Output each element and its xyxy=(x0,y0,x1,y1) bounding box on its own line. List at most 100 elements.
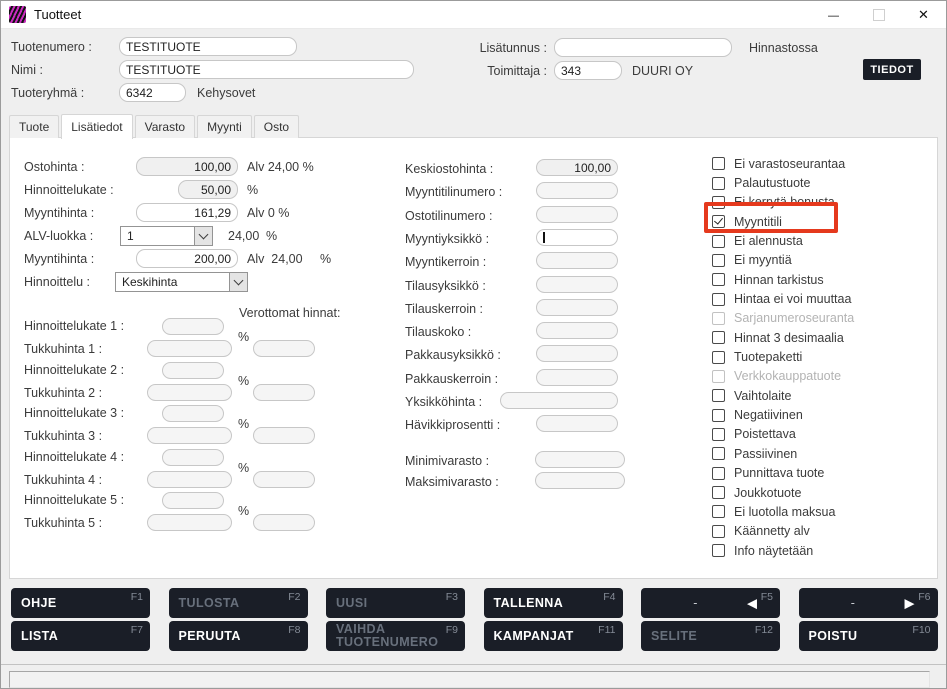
tilauskerroin-input[interactable] xyxy=(536,299,618,316)
checkbox-icon[interactable] xyxy=(712,544,725,557)
ostohinta-input[interactable]: 100,00 xyxy=(136,157,238,176)
flag-vaihtolaite[interactable]: Vaihtolaite xyxy=(712,386,937,405)
hinnoittelu-dropdown-button[interactable] xyxy=(229,273,247,291)
tab-varasto[interactable]: Varasto xyxy=(135,115,195,138)
ostotilinumero-input[interactable] xyxy=(536,206,618,223)
flag-poistettava[interactable]: Poistettava xyxy=(712,425,937,444)
tier-tukku-input[interactable] xyxy=(147,514,232,531)
tab-lisatiedot[interactable]: Lisätiedot xyxy=(61,114,132,139)
myyntikerroin-input[interactable] xyxy=(536,252,618,269)
flag-ei-luotolla-maksua[interactable]: Ei luotolla maksua xyxy=(712,502,937,521)
flag-ei-alennusta[interactable]: Ei alennusta xyxy=(712,231,937,250)
pakkauskerroin-input[interactable] xyxy=(536,369,618,386)
hinnoittelukate-input[interactable]: 50,00 xyxy=(178,180,238,199)
lisatunnus-input[interactable] xyxy=(554,38,732,57)
checkbox-icon[interactable] xyxy=(712,331,725,344)
myyntihinta-verollinen-suffix: Alv 24,00 xyxy=(247,252,303,266)
lista-button[interactable]: LISTAF7 xyxy=(11,621,150,651)
checkbox-icon[interactable] xyxy=(712,486,725,499)
tier-veroton-input[interactable] xyxy=(253,427,315,444)
tilausyksikko-input[interactable] xyxy=(536,276,618,293)
flag-hintaa-ei-voi-muuttaa[interactable]: Hintaa ei voi muuttaa xyxy=(712,289,937,308)
flag-passiivinen[interactable]: Passiivinen xyxy=(712,444,937,463)
myyntitilinumero-input[interactable] xyxy=(536,182,618,199)
tallenna-button[interactable]: TALLENNAF4 xyxy=(484,588,623,618)
flag-joukkotuote[interactable]: Joukkotuote xyxy=(712,483,937,502)
checkbox-icon[interactable] xyxy=(712,467,725,480)
minimivarasto-input[interactable] xyxy=(535,451,625,468)
flag-punnittava-tuote[interactable]: Punnittava tuote xyxy=(712,464,937,483)
vaihda-tuotenumero-button[interactable]: VAIHDA TUOTENUMEROF9 xyxy=(326,621,465,651)
tier-veroton-input[interactable] xyxy=(253,514,315,531)
myyntiyksikko-input[interactable] xyxy=(536,229,618,246)
tier-veroton-input[interactable] xyxy=(253,471,315,488)
tier-kate-input[interactable] xyxy=(162,318,224,335)
flag-negatiivinen[interactable]: Negatiivinen xyxy=(712,405,937,424)
havikkiprosentti-input[interactable] xyxy=(536,415,618,432)
tier-tukku-input[interactable] xyxy=(147,384,232,401)
minimize-button[interactable] xyxy=(811,1,856,28)
yksikkohinta-input[interactable] xyxy=(500,392,618,409)
flag-ei-myyntia[interactable]: Ei myyntiä xyxy=(712,251,937,270)
close-button[interactable] xyxy=(901,1,946,28)
tab-osto[interactable]: Osto xyxy=(254,115,299,138)
tab-myynti[interactable]: Myynti xyxy=(197,115,252,138)
tier-kate-input[interactable] xyxy=(162,405,224,422)
checkbox-icon[interactable] xyxy=(712,447,725,460)
maximize-button[interactable] xyxy=(856,1,901,28)
ohje-button[interactable]: OHJEF1 xyxy=(11,588,150,618)
tier-veroton-input[interactable] xyxy=(253,384,315,401)
tab-tuote[interactable]: Tuote xyxy=(9,115,59,138)
tier-tukku-input[interactable] xyxy=(147,340,232,357)
peruuta-button[interactable]: PERUUTAF8 xyxy=(169,621,308,651)
alv-dropdown-button[interactable] xyxy=(194,227,212,245)
checkbox-icon[interactable] xyxy=(712,177,725,190)
tier-tukku-input[interactable] xyxy=(147,471,232,488)
tier-kate-input[interactable] xyxy=(162,492,224,509)
flag-hinnan-tarkistus[interactable]: Hinnan tarkistus xyxy=(712,270,937,289)
fkey-label: F5 xyxy=(761,591,773,603)
checkbox-icon[interactable] xyxy=(712,273,725,286)
checkbox-icon[interactable] xyxy=(712,254,725,267)
tier-veroton-input[interactable] xyxy=(253,340,315,357)
flag-hinnat-3-desimaalia[interactable]: Hinnat 3 desimaalia xyxy=(712,328,937,347)
tuoteryhma-input[interactable]: 6342 xyxy=(119,83,186,102)
tier-kate-input[interactable] xyxy=(162,362,224,379)
selite-button[interactable]: SELITEF12 xyxy=(641,621,780,651)
checkbox-icon[interactable] xyxy=(712,293,725,306)
checkbox-icon[interactable] xyxy=(712,235,725,248)
nimi-input[interactable]: TESTITUOTE xyxy=(119,60,414,79)
uusi-button[interactable]: UUSIF3 xyxy=(326,588,465,618)
poistu-button[interactable]: POISTUF10 xyxy=(799,621,938,651)
tier-percent-label: % xyxy=(238,504,249,518)
flag-palautustuote[interactable]: Palautustuote xyxy=(712,173,937,192)
myyntihinta-verollinen-input[interactable]: 200,00 xyxy=(136,249,238,268)
tiedot-button[interactable]: TIEDOT xyxy=(863,59,921,80)
tuotenumero-input[interactable]: TESTITUOTE xyxy=(119,37,297,56)
next-button[interactable]: -F6 xyxy=(799,588,938,618)
checkbox-icon[interactable] xyxy=(712,389,725,402)
flag-ei-varastoseurantaa[interactable]: Ei varastoseurantaa xyxy=(712,154,937,173)
maksimivarasto-input[interactable] xyxy=(535,472,625,489)
flag-kaannetty-alv[interactable]: Käännetty alv xyxy=(712,522,937,541)
hinnoittelu-select[interactable]: Keskihinta xyxy=(115,272,248,292)
checkbox-icon[interactable] xyxy=(712,505,725,518)
toimittaja-input[interactable]: 343 xyxy=(554,61,622,80)
checkbox-icon[interactable] xyxy=(712,351,725,364)
keskiostohinta-input[interactable]: 100,00 xyxy=(536,159,618,176)
myyntihinta-veroton-input[interactable]: 161,29 xyxy=(136,203,238,222)
alv-luokka-select[interactable]: 1 xyxy=(120,226,213,246)
pakkausyksikko-input[interactable] xyxy=(536,345,618,362)
checkbox-icon[interactable] xyxy=(712,428,725,441)
tilauskoko-input[interactable] xyxy=(536,322,618,339)
kampanjat-button[interactable]: KAMPANJATF11 xyxy=(484,621,623,651)
tulosta-button[interactable]: TULOSTAF2 xyxy=(169,588,308,618)
checkbox-icon[interactable] xyxy=(712,525,725,538)
previous-button[interactable]: -F5 xyxy=(641,588,780,618)
flag-info-naytetaan[interactable]: Info näytetään xyxy=(712,541,937,560)
tier-kate-input[interactable] xyxy=(162,449,224,466)
tier-tukku-input[interactable] xyxy=(147,427,232,444)
checkbox-icon[interactable] xyxy=(712,409,725,422)
flag-tuotepaketti[interactable]: Tuotepaketti xyxy=(712,347,937,366)
checkbox-icon[interactable] xyxy=(712,157,725,170)
